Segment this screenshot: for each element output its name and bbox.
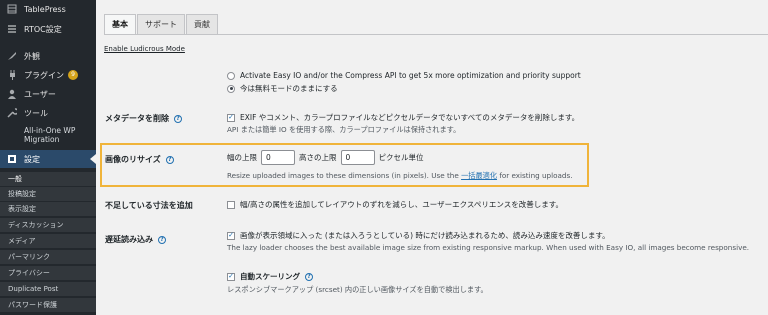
add-dimensions-label: 不足している寸法を追加 <box>105 201 193 210</box>
autoscale-description: レスポンシブマークアップ (srcset) 内の正しい画像サイズを自動で検出しま… <box>227 285 488 294</box>
sidebar-item-appearance[interactable]: 外観 <box>0 47 96 65</box>
metadata-description: API または簡単 IO を使用する際、カラープロファイルは保持されます。 <box>227 125 461 134</box>
sidebar-item-tablepress[interactable]: TablePress <box>0 0 96 18</box>
settings-panel: 基本 サポート 貢献 Enable Ludicrous Mode Activat… <box>96 0 768 315</box>
sidebar-item-plugins[interactable]: プラグイン 9 <box>0 66 96 84</box>
settings-tabs: 基本 サポート 貢献 <box>104 14 219 34</box>
sidebar-sub-media[interactable]: メディア <box>0 234 96 248</box>
enable-ludicrous-mode-link[interactable]: Enable Ludicrous Mode <box>104 45 185 53</box>
plug-icon <box>6 69 18 81</box>
autoscale-checkbox[interactable]: ✓ <box>227 272 235 281</box>
metadata-label: メタデータを削除 ? <box>105 113 182 124</box>
metadata-checkbox-row[interactable]: ✓ EXIF やコメント、カラープロファイルなどピクセルデータでないすべてのメタ… <box>227 112 579 123</box>
sidebar-sub-discussion[interactable]: ディスカッション <box>0 218 96 232</box>
metadata-checkbox[interactable]: ✓ <box>227 113 235 122</box>
tab-contribute[interactable]: 貢献 <box>186 14 218 34</box>
sidebar-sub-writing[interactable]: 投稿設定 <box>0 187 96 201</box>
resize-inputs-row: 幅の上限 0 高さの上限 0 ピクセル単位 <box>227 149 424 166</box>
tab-support[interactable]: サポート <box>137 14 185 34</box>
tab-basic[interactable]: 基本 <box>104 14 136 34</box>
sidebar-item-settings[interactable]: 設定 <box>0 150 96 168</box>
lazy-load-label: 遅延読み込み ? <box>105 234 166 245</box>
list-icon <box>6 23 18 35</box>
update-count-badge: 9 <box>68 70 78 80</box>
bulk-optimize-link[interactable]: 一括最適化 <box>461 171 497 180</box>
resize-label: 画像のリサイズ ? <box>105 154 174 165</box>
table-icon <box>6 3 18 15</box>
max-width-input[interactable]: 0 <box>261 150 295 165</box>
sidebar-sub-password-protect[interactable]: パスワード保護 <box>0 298 96 312</box>
resize-description: Resize uploaded images to these dimensio… <box>227 171 573 180</box>
help-icon[interactable]: ? <box>165 155 174 164</box>
max-height-input[interactable]: 0 <box>340 150 375 165</box>
compress-option-free[interactable]: 今は無料モードのままにする <box>227 83 338 94</box>
brush-icon <box>6 50 18 62</box>
sidebar-sub-reading[interactable]: 表示設定 <box>0 202 96 216</box>
add-dimensions-row[interactable]: 幅/高さの属性を追加してレイアウトのずれを減らし、ユーザーエクスペリエンスを改善… <box>227 199 563 210</box>
sidebar-item-rtoc[interactable]: RTOC設定 <box>0 20 96 38</box>
tab-divider <box>104 34 768 35</box>
sidebar-sub-permalink[interactable]: パーマリンク <box>0 250 96 264</box>
autoscale-row[interactable]: ✓ 自動スケーリング ? <box>227 271 313 282</box>
user-icon <box>6 88 18 100</box>
help-icon[interactable]: ? <box>174 114 182 123</box>
sidebar-sub-duplicate-post[interactable]: Duplicate Post <box>0 282 96 296</box>
sidebar-item-tools[interactable]: ツール <box>0 104 96 122</box>
radio-activate[interactable] <box>227 71 235 80</box>
help-icon[interactable]: ? <box>305 272 313 281</box>
lazy-load-row[interactable]: ✓ 画像が表示領域に入った (または入ろうとしている) 時にだけ読み込まれるため… <box>227 230 610 241</box>
sidebar-sub-privacy[interactable]: プライバシー <box>0 266 96 280</box>
compress-option-activate[interactable]: Activate Easy IO and/or the Compress API… <box>227 71 581 80</box>
radio-free-mode[interactable] <box>227 84 235 93</box>
admin-sidebar: TablePress RTOC設定 外観 プラグイン 9 ユーザー ツール Al… <box>0 0 96 315</box>
lazy-load-description: The lazy loader chooses the best availab… <box>227 243 750 252</box>
sidebar-item-users[interactable]: ユーザー <box>0 85 96 103</box>
sidebar-sub-general[interactable]: 一般 <box>0 172 96 186</box>
wrench-icon <box>6 107 18 119</box>
settings-icon <box>6 153 18 165</box>
lazy-load-checkbox[interactable]: ✓ <box>227 231 235 240</box>
add-dimensions-checkbox[interactable] <box>227 200 235 209</box>
help-icon[interactable]: ? <box>158 235 166 244</box>
